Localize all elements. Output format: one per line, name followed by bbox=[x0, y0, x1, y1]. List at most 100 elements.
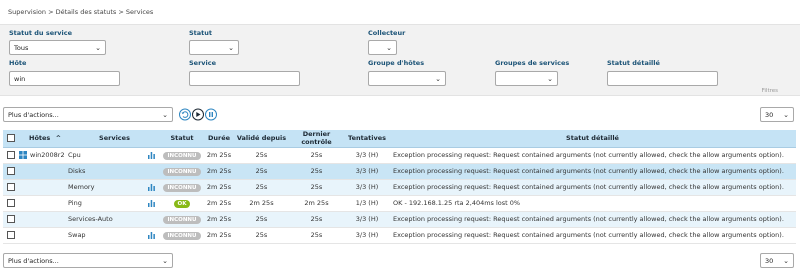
status-cell: INCONNU bbox=[161, 179, 203, 196]
table-header-row: Hôtes ^ Services Statut Durée Validé dep… bbox=[3, 130, 796, 148]
hostgroup-select[interactable]: ⌄ bbox=[368, 71, 446, 86]
row-checkbox[interactable] bbox=[7, 215, 15, 223]
table-row[interactable]: Ping OK 2m 25s 2m 25s 2m 25s 1/3 (H) OK - 192.… bbox=[3, 195, 796, 212]
service-status-select[interactable]: Tous ⌄ bbox=[9, 40, 106, 55]
status-label: Statut bbox=[189, 29, 213, 37]
column-header-tries[interactable]: Tentatives bbox=[345, 130, 389, 148]
service-cell: Disks bbox=[68, 163, 161, 180]
table-row[interactable]: Services-Auto INCONNU 2m 25s 25s 25s 3/3 (H) E… bbox=[3, 211, 796, 228]
graph-bars-icon[interactable] bbox=[148, 231, 155, 239]
service-label: Service bbox=[189, 59, 217, 67]
ack-cell: 25s bbox=[235, 211, 288, 228]
status-cell: INCONNU bbox=[161, 211, 203, 228]
service-link[interactable]: Swap bbox=[68, 231, 86, 239]
row-checkbox[interactable] bbox=[7, 231, 15, 239]
graph-bars-icon[interactable] bbox=[148, 199, 155, 207]
column-header-detail[interactable]: Statut détaillé bbox=[389, 130, 796, 148]
breadcrumb-item-supervision[interactable]: Supervision bbox=[8, 8, 46, 16]
host-cell bbox=[19, 179, 68, 196]
duration-cell: 2m 25s bbox=[203, 163, 235, 180]
row-checkbox[interactable] bbox=[7, 183, 15, 191]
status-cell: INCONNU bbox=[161, 147, 203, 164]
poller-select[interactable]: ⌄ bbox=[368, 40, 397, 55]
status-badge: INCONNU bbox=[163, 151, 201, 160]
detail-cell: Exception processing request: Request co… bbox=[389, 179, 796, 196]
row-select-cell bbox=[3, 147, 19, 164]
actions-placeholder: Plus d'actions... bbox=[8, 111, 59, 119]
column-header-services[interactable]: Services bbox=[68, 130, 161, 148]
detail-cell: Exception processing request: Request co… bbox=[389, 211, 796, 228]
sort-asc-icon: ^ bbox=[55, 134, 62, 143]
chevron-down-icon: ⌄ bbox=[386, 44, 392, 52]
tries-cell: 3/3 (H) bbox=[345, 227, 389, 244]
play-icon[interactable] bbox=[192, 108, 204, 121]
select-all-checkbox[interactable] bbox=[7, 134, 15, 143]
service-link[interactable]: Services-Auto bbox=[68, 215, 113, 223]
services-table: Hôtes ^ Services Statut Durée Validé dep… bbox=[3, 130, 796, 244]
duration-cell: 2m 25s bbox=[203, 227, 235, 244]
ack-cell: 2m 25s bbox=[235, 195, 288, 212]
filters-link[interactable]: Filtres bbox=[762, 88, 778, 94]
chevron-down-icon: ⌄ bbox=[228, 44, 234, 52]
actions-select-top[interactable]: Plus d'actions... ⌄ bbox=[3, 107, 173, 122]
actions-placeholder: Plus d'actions... bbox=[8, 257, 59, 265]
tries-cell: 3/3 (H) bbox=[345, 179, 389, 196]
service-link[interactable]: Ping bbox=[68, 199, 82, 207]
column-header-ack[interactable]: Validé depuis bbox=[235, 130, 288, 148]
column-header-duration[interactable]: Durée bbox=[203, 130, 235, 148]
graph-bars-icon[interactable] bbox=[148, 183, 155, 191]
status-select[interactable]: ⌄ bbox=[189, 40, 239, 55]
service-link[interactable]: Memory bbox=[68, 183, 94, 191]
ack-cell: 25s bbox=[235, 179, 288, 196]
host-cell bbox=[19, 227, 68, 244]
row-checkbox[interactable] bbox=[7, 151, 15, 159]
service-link[interactable]: Cpu bbox=[68, 151, 81, 159]
column-header-last-check[interactable]: Dernier contrôle bbox=[288, 130, 345, 148]
breadcrumb-item-details[interactable]: Détails des statuts bbox=[56, 8, 117, 16]
host-cell bbox=[19, 163, 68, 180]
tries-cell: 1/3 (H) bbox=[345, 195, 389, 212]
status-cell: OK bbox=[161, 195, 203, 212]
chevron-down-icon: ⌄ bbox=[95, 44, 101, 52]
row-select-cell bbox=[3, 163, 19, 180]
table-row[interactable]: Swap INCONNU 2m 25s 25s 25s 3/3 (H) Exception … bbox=[3, 227, 796, 244]
breadcrumb-item-services[interactable]: Services bbox=[126, 8, 153, 16]
service-cell: Cpu bbox=[68, 147, 161, 164]
graph-bars-icon[interactable] bbox=[148, 151, 155, 159]
per-page-select-top[interactable]: 30 ⌄ bbox=[760, 107, 794, 122]
table-row[interactable]: Disks INCONNU 2m 25s 25s 25s 3/3 (H) Exception… bbox=[3, 163, 796, 180]
hostgroup-label: Groupe d'hôtes bbox=[368, 59, 425, 67]
last-check-cell: 25s bbox=[288, 179, 345, 196]
duration-cell: 2m 25s bbox=[203, 147, 235, 164]
per-page-select-bottom[interactable]: 30 ⌄ bbox=[760, 253, 794, 268]
host-cell: win2008r2 bbox=[19, 147, 68, 164]
refresh-controls-icons bbox=[179, 108, 217, 121]
per-page-value: 30 bbox=[765, 257, 774, 265]
servicegroup-select[interactable]: ⌄ bbox=[495, 71, 558, 86]
pause-icon[interactable] bbox=[205, 108, 217, 121]
chevron-down-icon: ⌄ bbox=[162, 257, 168, 265]
table-row[interactable]: win2008r2 Cpu INCONNU 2m 25s 25s 25s 3/3 (H) Ex… bbox=[3, 147, 796, 164]
ack-cell: 25s bbox=[235, 227, 288, 244]
chevron-down-icon: ⌄ bbox=[435, 75, 441, 83]
row-checkbox[interactable] bbox=[7, 199, 15, 207]
service-input[interactable] bbox=[189, 71, 300, 86]
row-select-cell bbox=[3, 227, 19, 244]
refresh-controls bbox=[179, 108, 219, 123]
table-row[interactable]: Memory INCONNU 2m 25s 25s 25s 3/3 (H) Exceptio… bbox=[3, 179, 796, 196]
servicegroup-label: Groupes de services bbox=[495, 59, 570, 67]
refresh-icon[interactable] bbox=[179, 108, 191, 121]
actions-select-bottom[interactable]: Plus d'actions... ⌄ bbox=[3, 253, 173, 268]
service-link[interactable]: Disks bbox=[68, 167, 85, 175]
column-header-status[interactable]: Statut bbox=[161, 130, 203, 148]
host-input[interactable]: win bbox=[9, 71, 120, 86]
column-header-hosts[interactable]: Hôtes ^ bbox=[19, 130, 68, 148]
service-cell: Memory bbox=[68, 179, 161, 196]
service-cell: Swap bbox=[68, 227, 161, 244]
row-checkbox[interactable] bbox=[7, 167, 15, 175]
host-label: Hôte bbox=[9, 59, 27, 67]
host-link[interactable]: win2008r2 bbox=[30, 151, 65, 159]
chevron-down-icon: ⌄ bbox=[162, 111, 168, 119]
detailed-status-input[interactable] bbox=[607, 71, 718, 86]
column-label-hosts: Hôtes bbox=[29, 134, 51, 143]
